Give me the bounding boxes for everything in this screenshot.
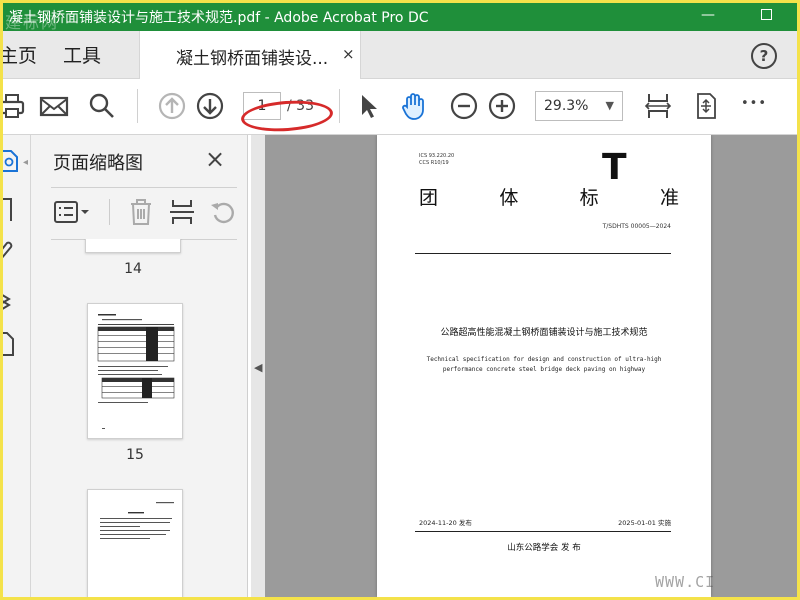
thumbnail-panel: 页面缩略图 × 14 15 [31,135,271,597]
thumbnail-label-14: 14 [124,261,142,277]
close-panel-button[interactable]: × [205,145,225,173]
ics-code: ICS 93.220.20 [419,153,455,159]
thumbnail-list: 14 15 [31,239,231,597]
thumbnail-page-15[interactable] [87,303,183,439]
zoom-out-icon[interactable] [449,91,479,121]
minimize-button[interactable]: — [693,3,723,29]
help-icon[interactable]: ? [751,43,777,69]
standard-type-char: 准 [659,187,679,209]
scroll-mode-icon[interactable] [691,91,721,121]
watermark-logo: 建标网 [5,13,60,32]
panel-title: 页面缩略图 [53,153,143,174]
thumbnail-options-icon[interactable] [53,199,93,225]
document-tab-label: 凝土钢桥面铺装设... [176,49,329,69]
toolbar: 1 / 33 29.3% ▼ ••• [3,79,797,135]
window-title: 凝土钢桥面铺装设计与施工技术规范.pdf - Adobe Acrobat Pro… [9,10,429,26]
publisher: 山东公路学会 发 布 [507,543,581,553]
delete-page-icon[interactable] [127,197,155,227]
zoom-select[interactable]: 29.3% ▼ [535,91,623,121]
watermark-url: WWW.CI [655,573,716,591]
pdf-page: ICS 93.220.20 CCS R10/19 T 团 体 标 准 T/SDH… [377,135,711,597]
classification-codes: ICS 93.220.20 CCS R10/19 [419,153,454,167]
tab-document[interactable]: 凝土钢桥面铺装设... × [139,31,361,79]
document-icon[interactable] [3,331,17,357]
thumbnail-page-16[interactable] [87,489,183,597]
toolbar-separator [137,89,138,123]
email-icon[interactable] [39,91,69,121]
title-bar: 凝土钢桥面铺装设计与施工技术规范.pdf - Adobe Acrobat Pro… [3,3,797,32]
toolbar-separator [339,89,340,123]
tab-home[interactable]: 主页 [3,41,37,68]
header-rule [415,253,671,254]
active-panel-indicator: ◂ [23,157,29,168]
standard-type-char: 体 [499,187,519,209]
left-navigation-rail: ◂ [3,135,31,597]
panel-collapse-handle[interactable]: ◀ [251,135,265,597]
footer-rule [415,531,671,532]
standard-type: 团 体 标 准 [419,183,679,210]
close-tab-button[interactable]: × [342,45,355,63]
layers-icon[interactable] [3,287,17,313]
document-title-cn: 公路超高性能混凝土钢桥面铺装设计与施工技术规范 [440,328,648,338]
document-title-en: Technical specification for design and c… [426,356,662,373]
thumbnail-page-14[interactable] [85,239,181,253]
chevron-left-icon: ◀ [254,361,263,374]
implement-date: 2025-01-01 实施 [618,519,671,527]
search-icon[interactable] [87,91,117,121]
more-icon[interactable]: ••• [741,96,767,111]
thumbnail-label-15: 15 [126,447,144,463]
zoom-value: 29.3% [544,98,589,114]
publish-date: 2024-11-20 发布 [419,519,472,527]
document-viewport[interactable]: ICS 93.220.20 CCS R10/19 T 团 体 标 准 T/SDH… [265,135,797,597]
attachment-icon[interactable] [3,241,17,265]
standard-type-char: 团 [419,187,439,209]
zoom-in-icon[interactable] [487,91,517,121]
thumbnail-content [100,502,174,539]
bookmark-icon[interactable] [3,197,17,223]
select-arrow-icon[interactable] [353,91,383,121]
rotate-icon[interactable] [209,199,237,227]
acrobat-window: 凝土钢桥面铺装设计与施工技术规范.pdf - Adobe Acrobat Pro… [3,3,797,597]
extract-pages-icon[interactable] [167,197,197,227]
standard-type-char: 标 [579,187,599,209]
chevron-down-icon: ▼ [605,99,614,112]
tab-row: 主页 工具 凝土钢桥面铺装设... × ? [3,31,797,79]
maximize-button[interactable] [751,3,781,29]
print-icon[interactable] [3,91,27,121]
page-thumbnails-icon[interactable] [3,149,21,173]
category-letter: T [602,147,627,188]
thumbnail-content [97,314,175,429]
fit-page-icon[interactable] [643,91,673,121]
hand-tool-icon[interactable] [399,91,429,121]
page-up-icon[interactable] [157,91,187,121]
tab-tools[interactable]: 工具 [63,41,101,68]
page-down-icon[interactable] [195,91,225,121]
ccs-code: CCS R10/19 [419,160,449,166]
panel-divider [51,187,237,188]
panel-separator [109,199,110,225]
standard-number: T/SDHTS 00005—2024 [602,223,671,230]
